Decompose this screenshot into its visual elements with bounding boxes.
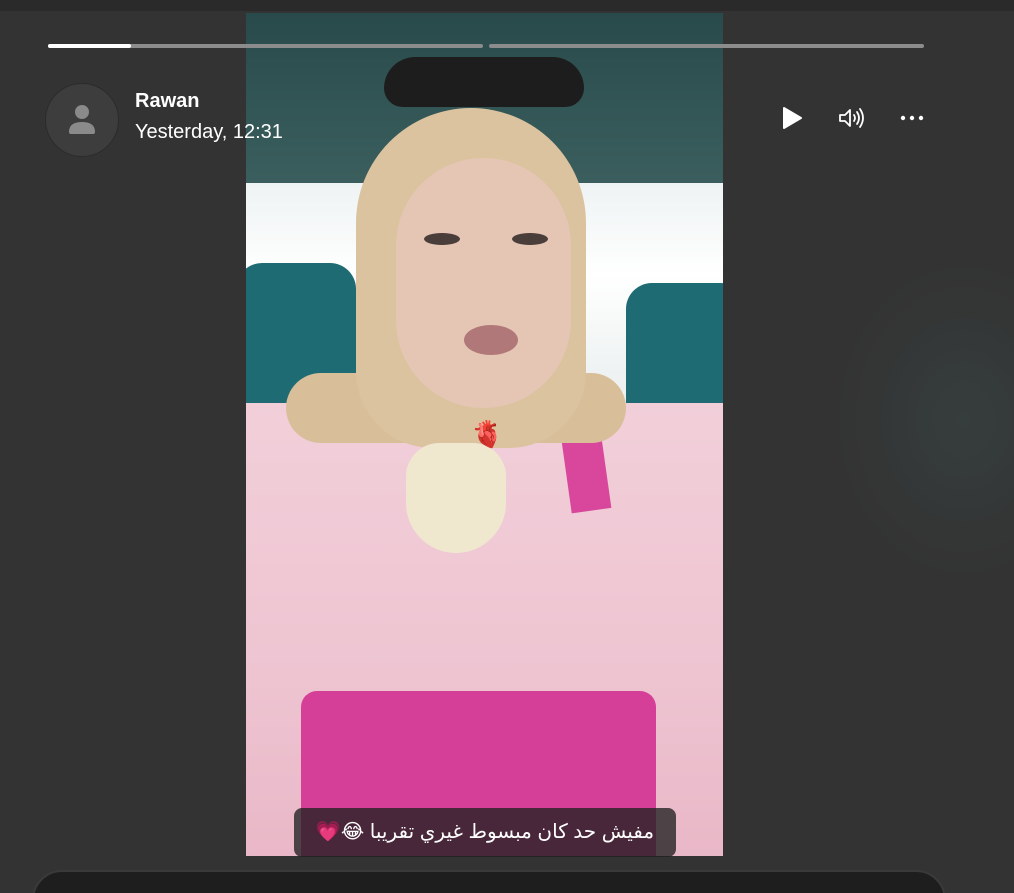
story-caption: مفيش حد كان مبسوط غيري تقريبا 😂💗 [294,808,676,857]
person-icon [69,105,95,134]
story-progress-fill-1 [48,44,131,48]
media-eye-left [424,233,460,245]
story-progress-segment-2 [489,44,924,48]
play-button[interactable] [774,100,810,136]
story-viewer: 🫀 Rawan Yesterday, 12:31 مفيش حد كان مبس… [0,0,1014,893]
media-face [396,158,571,408]
story-progress-segment-1 [48,44,483,48]
story-media[interactable]: 🫀 [246,13,723,856]
window-top-strip [0,0,1014,11]
volume-button[interactable] [833,100,869,136]
reply-input[interactable] [32,870,946,893]
more-icon [900,115,924,121]
story-timestamp: Yesterday, 12:31 [135,121,283,143]
play-icon [783,107,802,129]
media-eye-right [512,233,548,245]
media-collar [406,443,506,553]
background-glow [834,260,1014,580]
media-sunglasses [384,57,584,107]
more-options-button[interactable] [894,100,930,136]
media-mouth [464,325,518,355]
volume-icon [839,108,864,128]
avatar[interactable] [45,83,119,157]
author-name[interactable]: Rawan [135,90,199,113]
heart-sticker: 🫀 [471,419,504,449]
